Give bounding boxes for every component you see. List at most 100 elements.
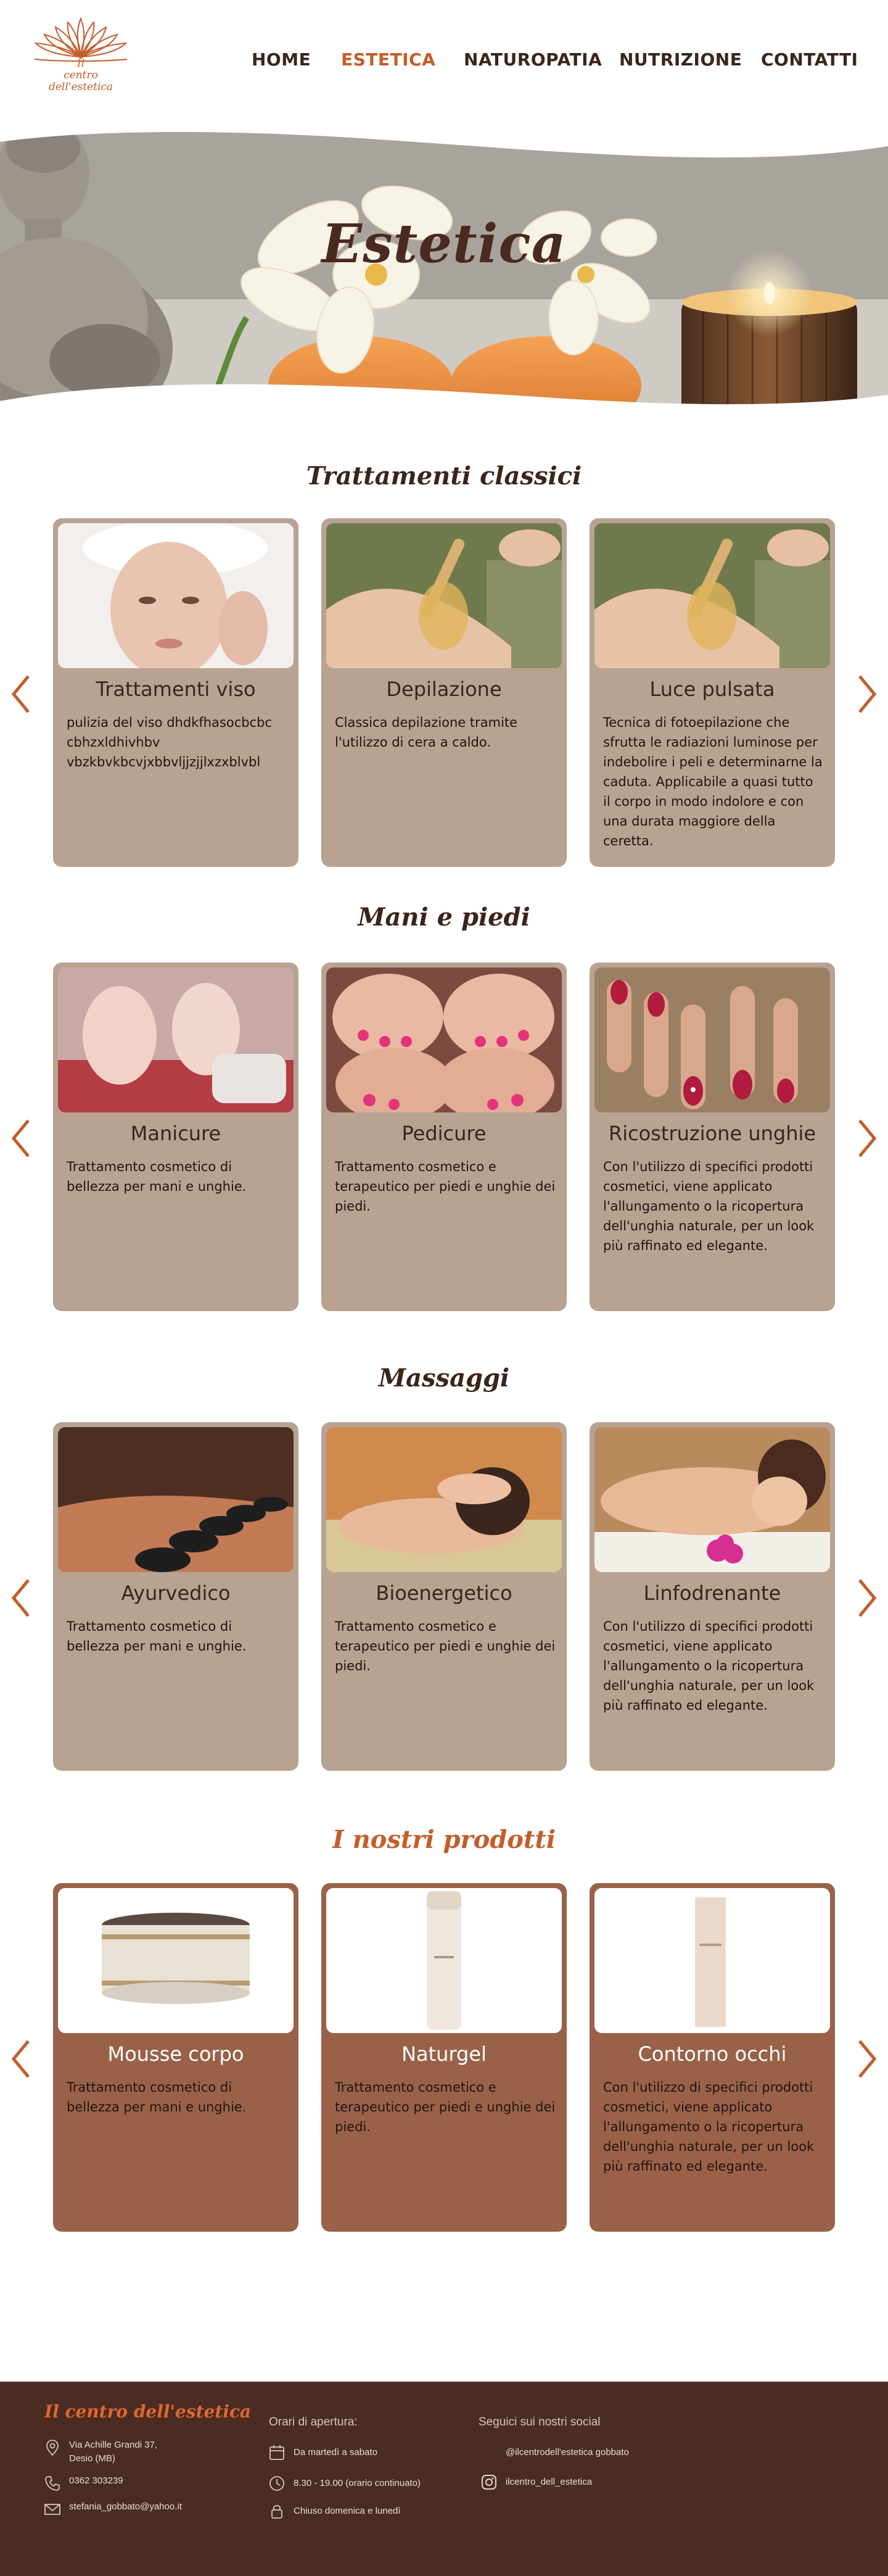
card-image [594,523,830,668]
site-header: Il centro dell'estetica HOME ESTETICA NA… [0,0,888,117]
card-image [326,1427,562,1572]
card-image [594,1888,830,2033]
card-description: Trattamento cosmetico e terapeutico per … [335,1159,556,1214]
chevron-left-icon [11,2040,30,2078]
card-title: Mousse corpo [107,2042,244,2066]
chevron-left-icon [11,675,30,713]
card-image [594,967,830,1112]
address-line-1: Via Achille Grandi 37, [69,2440,158,2450]
clock-icon [269,2476,284,2491]
hours-closed: Chiuso domenica e lunedì [268,2502,400,2520]
nav-contatti[interactable]: CONTATTI [761,49,858,70]
card-title: Ricostruzione unghie [608,1122,816,1145]
card-description: Con l'utilizzo di specifici prodotti cos… [603,2080,815,2174]
nav-nutrizione[interactable]: NUTRIZIONE [619,49,742,70]
instagram-handle[interactable]: ilcentro_dell_estetica [506,2475,592,2489]
card-pedicure[interactable]: Pedicure Trattamento cosmetico e terapeu… [321,963,567,1311]
chevron-left-icon [11,1119,30,1158]
card-depilazione[interactable]: Depilazione Classica depilazione tramite… [321,518,567,867]
footer-phone[interactable]: 0362 303239 [43,2474,123,2493]
card-image [326,967,562,1112]
card-title: Luce pulsata [649,677,775,701]
card-title: Bioenergetico [376,1581,512,1605]
days-text: Da martedì a sabato [294,2447,377,2458]
card-linfodrenante[interactable]: Linfodrenante Con l'utilizzo di specific… [590,1422,835,1771]
email-link[interactable]: stefania_gobbato@yahoo.it [69,2500,182,2514]
instagram-icon [482,2475,496,2490]
instagram-link[interactable]: ilcentro_dell_estetica [480,2473,592,2491]
chevron-right-icon [858,1579,877,1617]
card-luce-pulsata[interactable]: Luce pulsata Tecnica di fotoepilazione c… [590,518,835,867]
carousel-next-button[interactable] [855,1576,879,1620]
card-description: Con l'utilizzo di specifici prodotti cos… [603,1159,815,1253]
carousel-next-button[interactable] [855,1117,879,1160]
footer-email[interactable]: stefania_gobbato@yahoo.it [43,2500,182,2519]
hours-title: Orari di apertura: [269,2416,358,2429]
card-title: Depilazione [386,677,502,701]
card-title: Linfodrenante [643,1581,781,1605]
section-title-massaggi: Massaggi [378,1364,510,1393]
card-title: Manicure [130,1122,221,1145]
carousel-prev-button[interactable] [9,2037,33,2081]
card-description: Classica depilazione tramite l'utilizzo … [335,715,518,750]
card-description: Tecnica di fotoepilazione che sfrutta le… [603,715,823,848]
card-mousse-corpo[interactable]: Mousse corpo Trattamento cosmetico di be… [53,1883,298,2232]
phone-icon [45,2476,60,2491]
hours-time: 8.30 - 19.00 (orario continuato) [268,2474,421,2493]
nav-home[interactable]: HOME [252,49,311,70]
card-description: Trattamento cosmetico di bellezza per ma… [67,1159,247,1194]
calendar-icon [269,2445,284,2460]
card-image [58,1888,294,2033]
card-description: Trattamento cosmetico di bellezza per ma… [67,2080,247,2114]
carousel-prev-button[interactable] [9,1576,33,1620]
nav-naturopatia[interactable]: NATUROPATIA [464,49,602,70]
card-manicure[interactable]: Manicure Trattamento cosmetico di bellez… [53,963,298,1311]
chevron-right-icon [858,2040,877,2078]
footer-address: Via Achille Grandi 37, Desio (MB) [43,2438,157,2466]
card-title: Naturgel [401,2042,487,2066]
carousel-prodotti: Mousse corpo Trattamento cosmetico di be… [0,1883,888,2232]
carousel-next-button[interactable] [855,2037,879,2081]
card-image [58,967,294,1112]
carousel-prev-button[interactable] [9,1117,33,1160]
nav-estetica[interactable]: ESTETICA [341,49,435,70]
carousel-trattamenti: Trattamenti viso pulizia del viso dhdkfh… [0,518,888,867]
site-footer: Il centro dell'estetica Via Achille Gran… [0,2382,888,2576]
carousel-massaggi: Ayurvedico Trattamento cosmetico di bell… [0,1422,888,1771]
card-title: Trattamenti viso [96,677,256,701]
section-title-trattamenti: Trattamenti classici [306,462,582,491]
facebook-handle[interactable]: @ilcentrodell'estetica gobbato [506,2446,629,2459]
facebook-link[interactable]: @ilcentrodell'estetica gobbato [480,2443,629,2462]
card-image [58,523,294,668]
footer-brand: Il centro dell'estetica [44,2401,252,2422]
chevron-left-icon [11,1579,30,1617]
card-title: Ayurvedico [121,1581,231,1605]
card-description: Trattamento cosmetico di bellezza per ma… [67,1619,247,1654]
card-description: pulizia del viso dhdkfhasocbcbc cbhzxldh… [67,715,272,769]
section-title-mani-piedi: Mani e piedi [358,903,530,932]
card-ricostruzione-unghie[interactable]: Ricostruzione unghie Con l'utilizzo di s… [590,963,835,1311]
carousel-prev-button[interactable] [9,673,33,716]
card-image [58,1427,294,1572]
time-text: 8.30 - 19.00 (orario continuato) [294,2478,421,2488]
lock-icon [271,2505,282,2519]
main-nav: HOME ESTETICA NATUROPATIA NUTRIZIONE CON… [0,49,888,74]
hours-days: Da martedì a sabato [268,2443,377,2462]
card-naturgel[interactable]: Naturgel Trattamento cosmetico e terapeu… [321,1883,567,2232]
card-bioenergetico[interactable]: Bioenergetico Trattamento cosmetico e te… [321,1422,567,1771]
card-title: Pedicure [401,1122,487,1145]
mail-icon [44,2504,60,2515]
phone-link[interactable]: 0362 303239 [69,2474,123,2488]
card-contorno-occhi[interactable]: Contorno occhi Con l'utilizzo di specifi… [590,1883,835,2232]
card-ayurvedico[interactable]: Ayurvedico Trattamento cosmetico di bell… [53,1422,298,1771]
carousel-next-button[interactable] [855,673,879,716]
card-description: Trattamento cosmetico e terapeutico per … [335,1619,556,1673]
address-line-2: Desio (MB) [69,2453,116,2464]
card-image [594,1427,830,1572]
social-title: Seguici sui nostri social [479,2416,601,2429]
chevron-right-icon [858,675,877,713]
logo-line-3: dell'estetica [48,81,113,93]
card-description: Con l'utilizzo di specifici prodotti cos… [603,1619,815,1713]
card-trattamenti-viso[interactable]: Trattamenti viso pulizia del viso dhdkfh… [53,518,298,867]
chevron-right-icon [858,1119,877,1158]
